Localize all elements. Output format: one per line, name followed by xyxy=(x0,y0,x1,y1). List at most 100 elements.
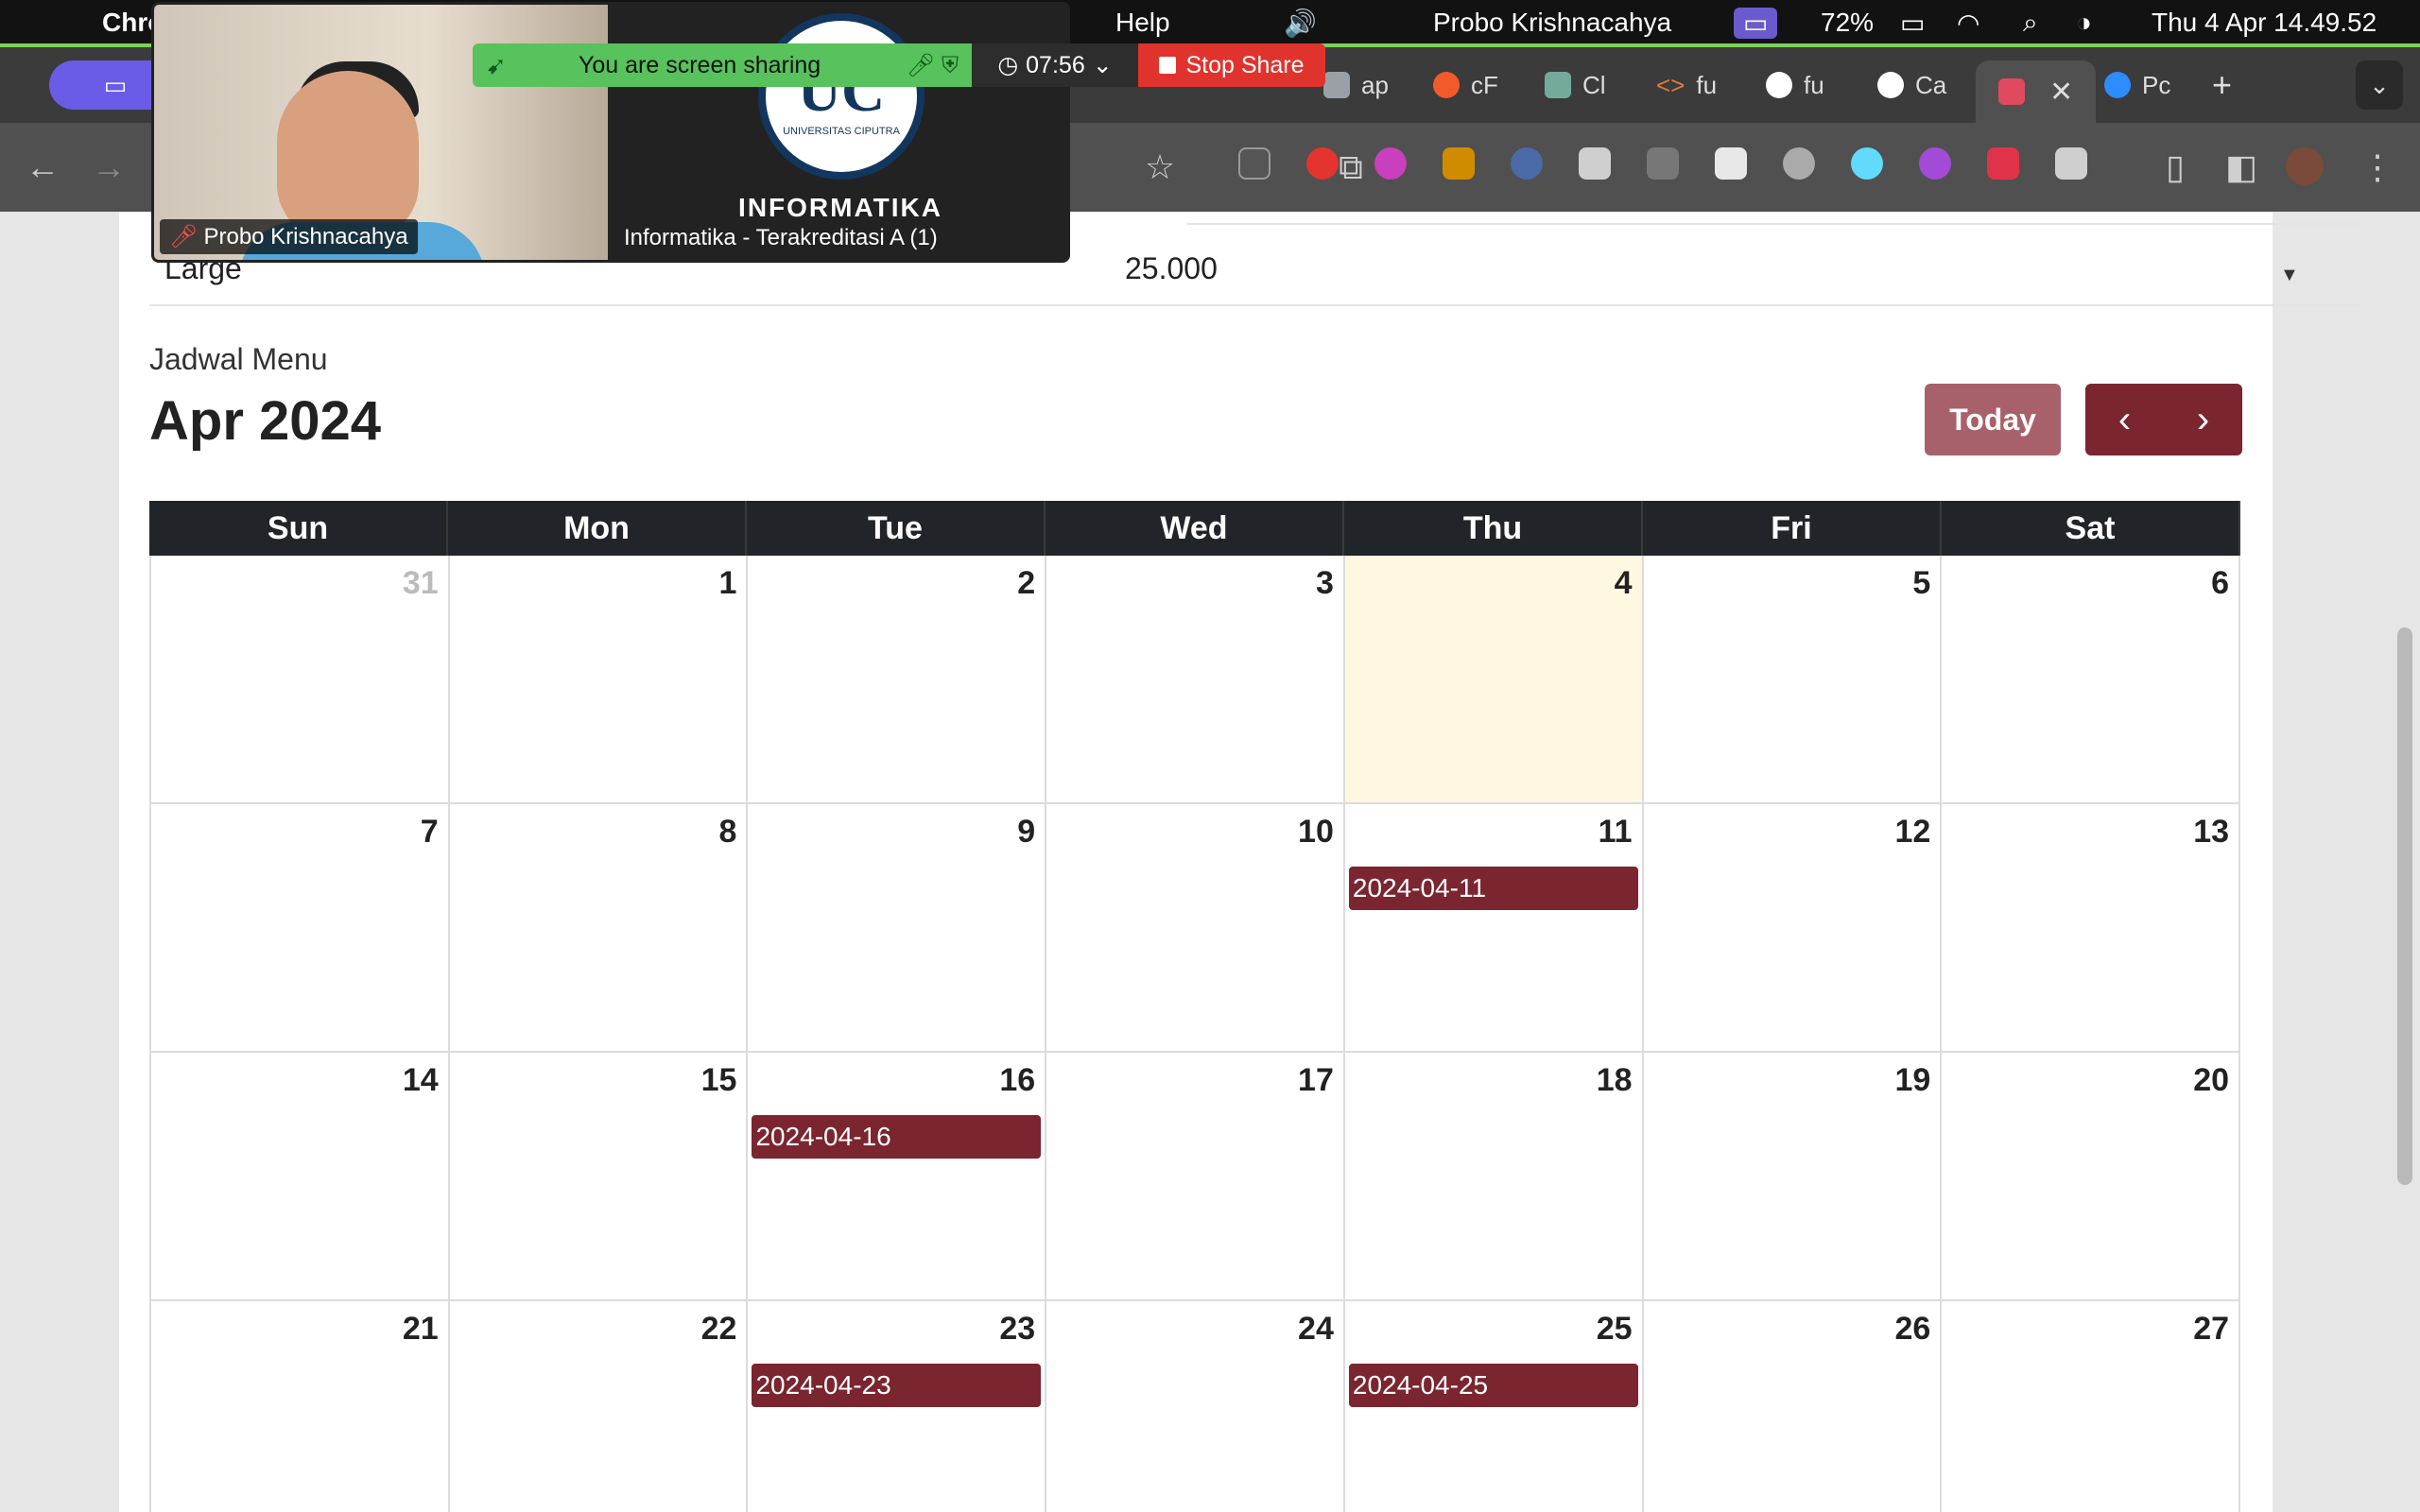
extension-icon[interactable] xyxy=(1238,147,1270,180)
extension-icon[interactable] xyxy=(1715,147,1747,180)
eyedropper-icon[interactable] xyxy=(1579,147,1611,180)
side-panel-toggle-icon[interactable]: ◧ xyxy=(2218,144,2265,191)
tab-search-button[interactable]: ⌄ xyxy=(2356,60,2403,110)
calendar-day[interactable]: 31 xyxy=(149,556,450,804)
day-number[interactable]: 27 xyxy=(2193,1311,2229,1348)
screen-share-icon[interactable]: ▭ xyxy=(1734,8,1778,39)
stop-share-button[interactable]: Stop Share xyxy=(1138,43,1325,87)
day-number[interactable]: 7 xyxy=(421,814,439,850)
forward-button[interactable]: → xyxy=(85,144,132,191)
day-number[interactable]: 18 xyxy=(1597,1062,1633,1099)
calendar-day[interactable]: 25 2024-04-25 xyxy=(1345,1301,1644,1512)
control-center-icon[interactable]: ◑ xyxy=(2076,8,2092,38)
extension-icon[interactable] xyxy=(1374,147,1407,180)
side-panel-icon[interactable]: ▯ xyxy=(2152,144,2199,191)
calendar-day[interactable]: 15 xyxy=(449,1053,749,1301)
new-tab-button[interactable]: + xyxy=(2212,60,2232,110)
day-number[interactable]: 11 xyxy=(1599,814,1633,850)
next-month-button[interactable]: › xyxy=(2164,393,2242,446)
tab[interactable]: Cl xyxy=(1545,60,1606,110)
extension-icon[interactable] xyxy=(1919,147,1951,180)
menu-kebab-icon[interactable]: ⋮ xyxy=(2354,144,2401,191)
day-number[interactable]: 31 xyxy=(403,565,439,602)
tab[interactable]: Ca xyxy=(1877,60,1946,110)
calendar-day[interactable]: 9 xyxy=(748,804,1047,1053)
extension-icon[interactable] xyxy=(1443,147,1475,180)
day-number[interactable]: 19 xyxy=(1894,1062,1930,1099)
scrollbar[interactable] xyxy=(2397,627,2412,1185)
today-button[interactable]: Today xyxy=(1925,384,2061,455)
day-number[interactable]: 14 xyxy=(403,1062,439,1099)
calendar-day[interactable]: 12 xyxy=(1643,804,1943,1053)
calendar-day[interactable]: 14 xyxy=(149,1053,450,1301)
extension-icon[interactable] xyxy=(1511,147,1543,180)
calendar-day[interactable]: 3 xyxy=(1046,556,1345,804)
day-number[interactable]: 6 xyxy=(2211,565,2229,602)
sharing-status[interactable]: ➹ You are screen sharing 🎤︎ ⛨ xyxy=(473,43,972,87)
day-number[interactable]: 25 xyxy=(1597,1311,1633,1348)
day-number[interactable]: 9 xyxy=(1017,814,1035,850)
prev-month-button[interactable]: ‹ xyxy=(2085,393,2164,446)
share-timer[interactable]: ◷ 07:56 ⌄ xyxy=(972,43,1138,87)
day-number[interactable]: 10 xyxy=(1298,814,1334,850)
calendar-day[interactable]: 6 xyxy=(1942,556,2241,804)
gear-icon[interactable] xyxy=(1783,147,1815,180)
day-number[interactable]: 23 xyxy=(999,1311,1035,1348)
tab[interactable]: <> fu xyxy=(1656,60,1717,110)
day-number[interactable]: 1 xyxy=(719,565,737,602)
calendar-day[interactable]: 27 xyxy=(1942,1301,2241,1512)
calendar-day-today[interactable]: 4 xyxy=(1344,556,1644,804)
react-icon[interactable] xyxy=(1851,147,1883,180)
clock[interactable]: Thu 4 Apr 14.49.52 xyxy=(2152,8,2377,38)
calendar-day[interactable]: 8 xyxy=(449,804,749,1053)
calendar-day[interactable]: 13 xyxy=(1942,804,2241,1053)
calendar-day[interactable]: 26 xyxy=(1644,1301,1943,1512)
day-number[interactable]: 20 xyxy=(2193,1062,2229,1099)
volume-icon[interactable]: 🔊 xyxy=(1284,8,1317,39)
bookmark-star-icon[interactable]: ☆ xyxy=(1136,144,1184,191)
avatar[interactable] xyxy=(2286,147,2324,185)
day-number[interactable]: 26 xyxy=(1894,1311,1930,1348)
day-number[interactable]: 22 xyxy=(701,1311,737,1348)
day-number[interactable]: 24 xyxy=(1298,1311,1334,1348)
extension-icon[interactable] xyxy=(1987,147,2019,180)
day-number[interactable]: 13 xyxy=(2193,814,2229,850)
calendar-day[interactable]: 16 2024-04-16 xyxy=(748,1053,1047,1301)
calendar-day[interactable]: 21 xyxy=(149,1301,450,1512)
wifi-icon[interactable]: ◠ xyxy=(1957,8,1979,39)
calendar-day[interactable]: 19 xyxy=(1643,1053,1943,1301)
calendar-day[interactable]: 23 2024-04-23 xyxy=(748,1301,1047,1512)
tab-active[interactable]: ✕ xyxy=(1976,60,2097,123)
tab[interactable]: cF xyxy=(1433,60,1498,110)
calendar-day[interactable]: 17 xyxy=(1046,1053,1345,1301)
day-number[interactable]: 12 xyxy=(1894,814,1930,850)
adblock-icon[interactable] xyxy=(1306,147,1339,180)
calendar-day[interactable]: 2 xyxy=(748,556,1047,804)
calendar-day[interactable]: 24 xyxy=(1046,1301,1345,1512)
day-number[interactable]: 2 xyxy=(1017,565,1035,602)
day-number[interactable]: 4 xyxy=(1615,565,1633,602)
tab[interactable]: Pc xyxy=(2104,60,2170,110)
day-number[interactable]: 17 xyxy=(1298,1062,1334,1099)
calendar-event[interactable]: 2024-04-11 xyxy=(1348,867,1638,910)
day-number[interactable]: 5 xyxy=(1912,565,1930,602)
search-icon[interactable]: ⌕ xyxy=(2023,8,2038,39)
calendar-event[interactable]: 2024-04-16 xyxy=(752,1115,1042,1159)
calendar-day[interactable]: 7 xyxy=(149,804,450,1053)
calendar-day[interactable]: 18 xyxy=(1344,1053,1644,1301)
menubar-user[interactable]: Probo Krishnacahya xyxy=(1433,8,1671,38)
tab[interactable]: fu xyxy=(1766,60,1824,110)
calendar-day[interactable]: 11 2024-04-11 xyxy=(1344,804,1644,1053)
zoom-video-tile[interactable]: 🎤︎ Probo Krishnacahya xyxy=(151,2,611,263)
puzzle-icon[interactable] xyxy=(2055,147,2087,180)
calendar-day[interactable]: 10 xyxy=(1046,804,1345,1053)
battery-icon[interactable]: ▭ xyxy=(1900,8,1925,39)
help-menu[interactable]: Help xyxy=(1115,8,1170,38)
caret-down-icon[interactable]: ▼ xyxy=(2280,265,2299,286)
calendar-event[interactable]: 2024-04-25 xyxy=(1348,1364,1638,1407)
day-number[interactable]: 15 xyxy=(701,1062,737,1099)
day-number[interactable]: 8 xyxy=(719,814,737,850)
calendar-day[interactable]: 22 xyxy=(450,1301,749,1512)
calendar-event[interactable]: 2024-04-23 xyxy=(752,1364,1042,1407)
calendar-day[interactable]: 20 xyxy=(1942,1053,2241,1301)
